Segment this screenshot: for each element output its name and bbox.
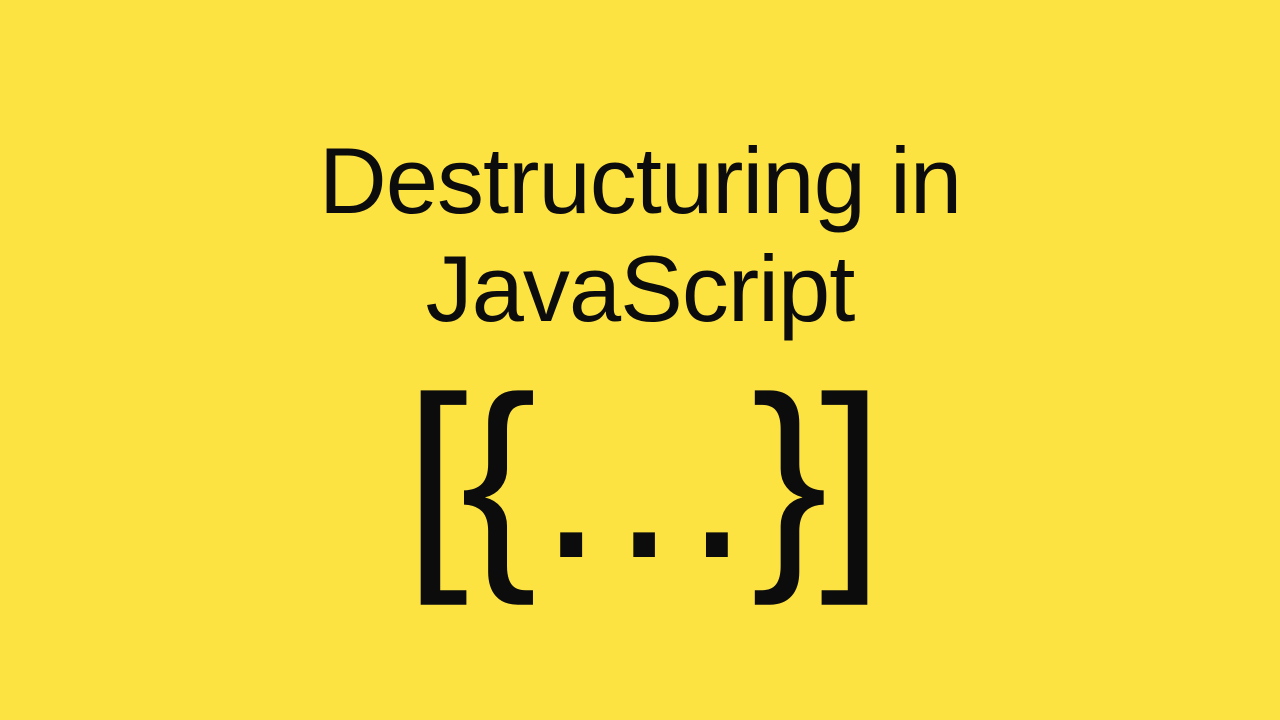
title-line-2: JavaScript [426,236,855,341]
destructuring-brackets-icon: [{…}] [404,363,875,593]
title-line-1: Destructuring in [319,128,961,233]
slide-title: Destructuring in JavaScript [319,127,961,343]
